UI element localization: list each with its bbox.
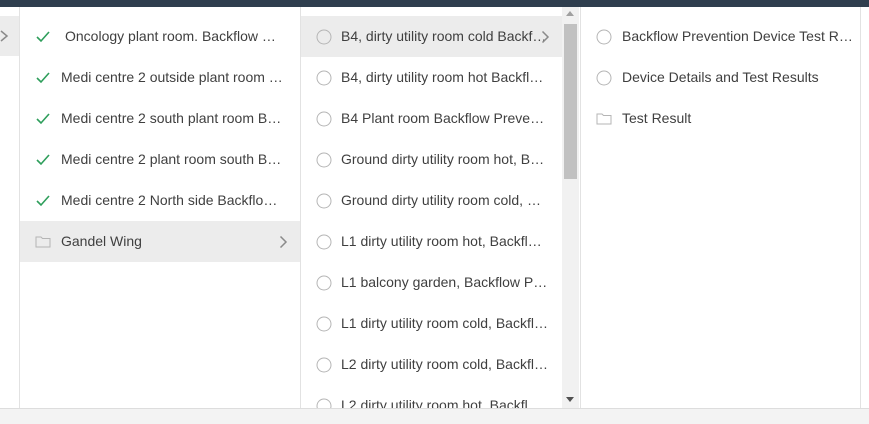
device-row-label: L2 dirty utility room hot, Backflow Prev… <box>341 397 548 408</box>
scroll-up-arrow-icon[interactable] <box>566 11 574 16</box>
device-row[interactable]: L1 dirty utility room hot, Backflow Prev… <box>301 221 562 262</box>
circle-icon <box>316 357 331 372</box>
scroll-thumb[interactable] <box>564 24 577 179</box>
row-icon <box>315 385 332 408</box>
location-row-label: Medi centre 2 south plant room Backflow … <box>61 110 283 126</box>
row-icon <box>315 221 332 262</box>
form-row[interactable]: Test Result <box>581 98 860 139</box>
device-row[interactable]: B4 Plant room Backflow Prevention Device <box>301 98 562 139</box>
row-icon <box>34 98 52 139</box>
devices-scrollbar[interactable] <box>562 7 579 408</box>
top-header-bar <box>0 0 869 7</box>
row-icon <box>34 221 52 262</box>
location-row[interactable]: Medi centre 2 North side Backflow Preven… <box>20 180 300 221</box>
circle-icon <box>316 193 331 208</box>
device-row-label: Ground dirty utility room cold, Backflow… <box>341 192 548 208</box>
chevron-right-glyph <box>279 235 288 248</box>
circle-icon <box>316 398 331 408</box>
circle-icon <box>596 29 611 44</box>
folder-icon <box>35 236 51 248</box>
location-row-label: Gandel Wing <box>61 233 142 249</box>
device-row[interactable]: Ground dirty utility room hot, Backflow … <box>301 139 562 180</box>
device-row-label: L2 dirty utility room cold, Backflow Pre… <box>341 356 548 372</box>
row-icon <box>315 262 332 303</box>
location-row-label: Medi centre 2 plant room south Backflow … <box>61 151 283 167</box>
column-forms: Backflow Prevention Device Test Report De… <box>580 7 861 408</box>
row-icon <box>315 139 332 180</box>
parent-selected-row[interactable] <box>0 16 19 56</box>
row-icon <box>595 57 612 98</box>
chevron-right-icon[interactable] <box>279 221 288 262</box>
parent-column-edge <box>0 7 20 408</box>
row-icon <box>595 98 612 139</box>
circle-icon <box>316 234 331 249</box>
row-icon <box>595 16 612 57</box>
row-icon <box>315 180 332 221</box>
circle-icon <box>316 316 331 331</box>
device-row-label: B4 Plant room Backflow Prevention Device <box>341 110 548 126</box>
location-row[interactable]: Medi centre 2 plant room south Backflow … <box>20 139 300 180</box>
bottom-bar <box>0 408 869 424</box>
location-row[interactable]: Oncology plant room. Backflow Prevention… <box>20 16 300 57</box>
location-row-label: Medi centre 2 North side Backflow Preven… <box>61 192 283 208</box>
device-row-label: B4, dirty utility room hot Backflow Prev… <box>341 69 548 85</box>
form-row[interactable]: Device Details and Test Results <box>581 57 860 98</box>
device-row-label: L1 dirty utility room hot, Backflow Prev… <box>341 233 548 249</box>
circle-icon <box>316 70 331 85</box>
circle-icon <box>316 29 331 44</box>
locations-list: Oncology plant room. Backflow Prevention… <box>20 16 300 262</box>
device-row[interactable]: B4, dirty utility room hot Backflow Prev… <box>301 57 562 98</box>
row-icon <box>315 57 332 98</box>
check-icon <box>36 194 50 206</box>
device-row[interactable]: L1 balcony garden, Backflow Prevention D… <box>301 262 562 303</box>
location-row[interactable]: Gandel Wing <box>20 221 300 262</box>
circle-icon <box>596 70 611 85</box>
row-icon <box>315 344 332 385</box>
device-row[interactable]: L2 dirty utility room cold, Backflow Pre… <box>301 344 562 385</box>
device-row[interactable]: L1 dirty utility room cold, Backflow Pre… <box>301 303 562 344</box>
chevron-right-icon[interactable] <box>541 16 550 57</box>
check-icon <box>36 30 50 42</box>
row-icon <box>315 16 332 57</box>
form-row-label: Test Result <box>622 110 692 126</box>
devices-list: B4, dirty utility room cold Backflow Pre… <box>301 16 562 408</box>
device-row-label: Ground dirty utility room hot, Backflow … <box>341 151 548 167</box>
chevron-right-glyph <box>541 30 550 43</box>
device-row-label: B4, dirty utility room cold Backflow Pre… <box>341 28 548 44</box>
column-locations: Oncology plant room. Backflow Prevention… <box>20 7 301 408</box>
circle-icon <box>316 275 331 290</box>
location-row-label: Medi centre 2 outside plant room Backflo… <box>61 69 283 85</box>
circle-icon <box>316 111 331 126</box>
forms-list: Backflow Prevention Device Test Report De… <box>581 16 860 139</box>
scroll-down-arrow-icon[interactable] <box>566 397 574 402</box>
column-devices: B4, dirty utility room cold Backflow Pre… <box>301 7 562 408</box>
check-icon <box>36 71 50 83</box>
device-row-label: L1 balcony garden, Backflow Prevention D… <box>341 274 548 290</box>
circle-icon <box>316 152 331 167</box>
row-icon <box>34 180 52 221</box>
device-row[interactable]: L2 dirty utility room hot, Backflow Prev… <box>301 385 562 408</box>
location-row-label: Oncology plant room. Backflow Prevention… <box>65 28 283 44</box>
location-row[interactable]: Medi centre 2 south plant room Backflow … <box>20 98 300 139</box>
device-row-label: L1 dirty utility room cold, Backflow Pre… <box>341 315 548 331</box>
form-row-label: Backflow Prevention Device Test Report <box>622 28 854 44</box>
row-icon <box>315 303 332 344</box>
row-icon <box>34 139 52 180</box>
row-icon <box>34 57 52 98</box>
check-icon <box>36 112 50 124</box>
device-row[interactable]: Ground dirty utility room cold, Backflow… <box>301 180 562 221</box>
folder-icon <box>596 113 611 125</box>
device-row[interactable]: B4, dirty utility room cold Backflow Pre… <box>301 16 562 57</box>
row-icon <box>315 98 332 139</box>
check-icon <box>36 153 50 165</box>
form-row-label: Device Details and Test Results <box>622 69 819 85</box>
row-icon <box>34 16 52 57</box>
chevron-right-icon <box>0 30 9 42</box>
form-row[interactable]: Backflow Prevention Device Test Report <box>581 16 860 57</box>
location-row[interactable]: Medi centre 2 outside plant room Backflo… <box>20 57 300 98</box>
